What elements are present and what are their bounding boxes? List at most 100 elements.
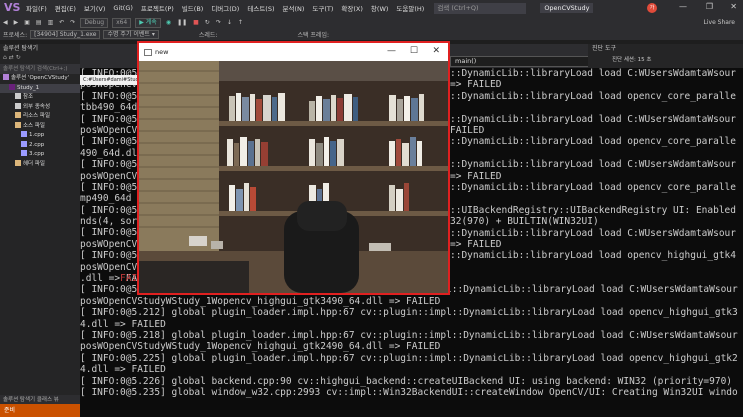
solution-search-input[interactable]: 솔루션 탐색기 검색(Ctrl+;) [0, 64, 80, 74]
tree-item-label: 외부 종속성 [23, 103, 51, 110]
save-icon[interactable]: ▤ [36, 19, 42, 26]
folder-icon [15, 159, 21, 166]
tree-item[interactable]: 2.cpp [0, 140, 80, 151]
lifecycle-events-select[interactable]: 수명 주기 이벤트 ▾ [103, 30, 159, 39]
references-icon [15, 93, 21, 99]
stack-frame-label: 스택 프레임: [297, 32, 329, 39]
tree-item[interactable]: 헤더 파일 [0, 159, 80, 170]
tree-item[interactable]: 1.cpp [0, 131, 80, 141]
console-line-right: ::DynamicLib::libraryLoad load opencv_hi… [450, 250, 736, 262]
continue-button[interactable]: ▶ 계속 [135, 17, 161, 28]
refresh-icon[interactable]: ↻ [16, 54, 21, 61]
diagnostic-tools-title: 진단 도구 [592, 45, 616, 52]
live-share-button[interactable]: Live Share [704, 19, 735, 26]
platform-select[interactable]: x64 [112, 17, 132, 28]
status-bar: 준비 [0, 404, 80, 417]
step-into-icon[interactable]: ↓ [227, 19, 232, 26]
camera-window-titlebar[interactable]: new — ☐ ✕ [139, 43, 448, 61]
console-line-right: FAILED [450, 125, 485, 136]
folder-icon [15, 112, 21, 118]
camera-window[interactable]: new — ☐ ✕ [137, 41, 450, 295]
configuration-select[interactable]: Debug [80, 17, 109, 28]
restore-icon[interactable]: ❐ [706, 2, 713, 11]
menu-item-build[interactable]: 빌드(B) [178, 3, 208, 13]
menu-item-edit[interactable]: 편집(E) [51, 3, 80, 13]
search-input[interactable]: 검색 (Ctrl+Q) [434, 2, 527, 14]
maximize-icon[interactable]: ☐ [410, 46, 418, 56]
tree-item-label: 소스 파일 [23, 122, 45, 129]
console-line: [ INFO:0@5.218] global plugin_loader.imp… [80, 329, 738, 341]
console-line: [ INFO:0@5.226] global backend.cpp:90 cv… [80, 375, 733, 387]
menu-item-tools[interactable]: 도구(T) [308, 3, 337, 13]
tree-item[interactable]: 리소스 파일 [0, 112, 80, 122]
tree-item-label: 참조 [23, 94, 34, 100]
stop-icon[interactable]: ■ [193, 19, 199, 26]
menu-item-view[interactable]: 보기(V) [80, 3, 109, 13]
minimize-icon[interactable]: — [679, 2, 687, 11]
tree-item[interactable]: 참조 [0, 93, 80, 103]
solution-explorer-title: 솔루션 탐색기 [3, 45, 39, 52]
debug-tool-icon[interactable]: ◉ [166, 19, 171, 26]
tree-item[interactable]: 3.cpp [0, 150, 80, 160]
bottom-tabs[interactable]: 솔루션 탐색기 클래스 뷰 [0, 395, 80, 404]
console-line-right: => FAILED [450, 239, 502, 250]
console-line-right: => FAILED [450, 79, 502, 91]
forward-icon[interactable]: ▶ [14, 19, 19, 26]
process-label: 프로세스: [3, 32, 28, 39]
console-line-right: ::DynamicLib::libraryLoad load opencv_co… [450, 90, 736, 102]
step-out-icon[interactable]: ↑ [238, 19, 243, 26]
minimize-icon[interactable]: — [387, 46, 396, 56]
close-icon[interactable]: ✕ [730, 2, 737, 11]
menu-item-file[interactable]: 파일(F) [22, 3, 51, 13]
menu-item-analyze[interactable]: 분석(N) [279, 3, 309, 13]
project-name-badge: OpenCVStudy [540, 3, 594, 13]
console-line: [ INFO:0@5.225] global plugin_loader.imp… [80, 352, 738, 364]
save-all-icon[interactable]: ▥ [48, 19, 54, 26]
menu-item-project[interactable]: 프로젝트(P) [137, 3, 178, 13]
camera-window-title: new [155, 48, 169, 56]
menu-item-help[interactable]: 도움말(H) [392, 3, 428, 13]
back-icon[interactable]: ◀ [3, 19, 8, 26]
menu-item-test[interactable]: 테스트(S) [243, 3, 278, 13]
cpp-file-icon [21, 131, 27, 137]
menu-item-debug[interactable]: 디버그(D) [207, 3, 243, 13]
cpp-file-icon [21, 150, 27, 156]
cpp-file-icon [21, 140, 27, 147]
visual-studio-logo-icon[interactable]: VS [4, 1, 20, 15]
undo-icon[interactable]: ↶ [59, 19, 64, 26]
menu-item-git[interactable]: Git(G) [109, 4, 137, 12]
redo-icon[interactable]: ↷ [70, 19, 75, 26]
tree-item[interactable]: 솔루션 'OpenCVStudy' [0, 74, 80, 84]
avatar[interactable]: 가 [647, 3, 657, 13]
console-line-right: 32(970) + BUILTIN(WIN32UI) [450, 216, 599, 228]
project-icon [9, 83, 15, 90]
diagnostic-tools-panel: 진단 도구 진단 세션: 15 초 [588, 44, 743, 68]
sync-icon[interactable]: ⇄ [9, 54, 14, 61]
solution-explorer: 솔루션 탐색기 ⌂ ⇄ ↻ 솔루션 탐색기 검색(Ctrl+;) 솔루션 'Op… [0, 44, 80, 417]
tree-item[interactable]: 소스 파일 [0, 121, 80, 132]
console-line-right: ::DynamicLib::libraryLoad load opencv_co… [450, 182, 736, 193]
console-line-right: ::DynamicLib::libraryLoad load C:WUsersW… [450, 68, 736, 79]
process-select[interactable]: [34904] Study_1.exe [30, 30, 101, 39]
console-line: 4.dll => FAILED [80, 364, 166, 376]
home-icon[interactable]: ⌂ [3, 54, 7, 61]
camera-frame [139, 61, 448, 293]
console-line-right: ::UIBackendRegistry::UIBackendRegistry U… [450, 204, 736, 216]
restart-icon[interactable]: ↻ [205, 19, 210, 26]
tree-item-label: 2.cpp [29, 141, 45, 148]
console-line-right: => FAILED [450, 170, 502, 182]
toolbar: ◀ ▶ ▣ ▤ ▥ ↶ ↷ Debug x64 ▶ 계속 ◉ ❚❚ ■ ↻ ↷ … [0, 16, 743, 29]
window-icon [144, 48, 152, 56]
tree-item[interactable]: 외부 종속성 [0, 102, 80, 113]
new-item-icon[interactable]: ▣ [24, 19, 30, 26]
console-line: [ INFO:0@5.212] global plugin_loader.imp… [80, 307, 738, 319]
menu-item-extensions[interactable]: 확장(X) [337, 3, 367, 13]
console-line: [ INFO:0@5.235] global window_w32.cpp:29… [80, 386, 738, 398]
step-over-icon[interactable]: ↷ [216, 19, 221, 26]
console-line: posWOpenCVStudyWStudy_1Wopencv_highgui_g… [80, 341, 441, 353]
close-icon[interactable]: ✕ [432, 46, 440, 56]
menu-item-window[interactable]: 창(W) [367, 3, 392, 13]
tree-item[interactable]: Study_1 [0, 83, 80, 93]
pause-icon[interactable]: ❚❚ [177, 19, 187, 26]
tree-item-label: 솔루션 'OpenCVStudy' [11, 75, 70, 81]
